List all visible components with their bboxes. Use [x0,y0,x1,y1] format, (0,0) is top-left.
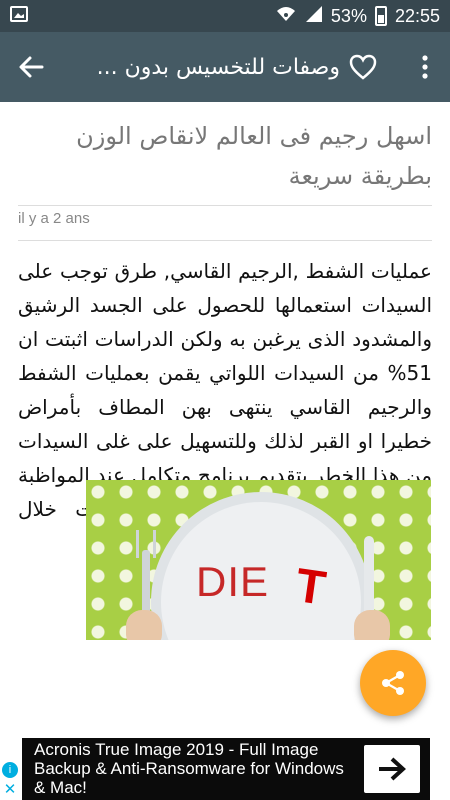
app-bar: وصفات للتخسيس بدون ... [0,32,450,102]
share-icon [382,671,404,695]
status-time: 22:55 [394,5,440,26]
info-icon[interactable]: i [2,762,18,778]
plate-text: DIE [196,558,270,605]
gallery-icon [10,6,30,26]
share-button[interactable] [360,650,426,716]
battery-icon [374,6,387,26]
divider [18,205,432,206]
ad-cta-button[interactable] [364,745,420,793]
article: اسهل رجيم فى العالم لانقاص الوزن بطريقة … [0,102,450,738]
wifi-icon [275,5,297,28]
article-date: il y a 2 ans [18,210,90,227]
more-options-button[interactable] [410,44,440,90]
status-indicators: 53% 22:55 [275,0,440,32]
divider [18,240,432,241]
ad-text: Acronis True Image 2019 - Full Image Bac… [34,740,344,797]
hand [354,610,390,640]
arrow-right-icon [379,757,406,781]
back-button[interactable] [8,44,54,90]
close-icon[interactable]: ✕ [2,781,18,797]
favorite-button[interactable] [340,44,386,90]
more-vert-icon [422,55,428,79]
hand [126,610,162,640]
battery-percent: 53% [330,5,367,26]
ad-content[interactable]: Acronis True Image 2019 - Full Image Bac… [22,738,430,800]
ad-banner[interactable]: i ✕ Acronis True Image 2019 - Full Image… [0,738,450,800]
app-title: وصفات للتخسيس بدون ... [96,54,340,80]
signal-icon [305,5,323,28]
heart-icon [349,54,377,80]
status-bar: 53% 22:55 [0,0,450,32]
article-title: اسهل رجيم فى العالم لانقاص الوزن بطريقة … [76,122,432,190]
article-image: DIE T [86,480,431,640]
back-arrow-icon [19,56,44,78]
